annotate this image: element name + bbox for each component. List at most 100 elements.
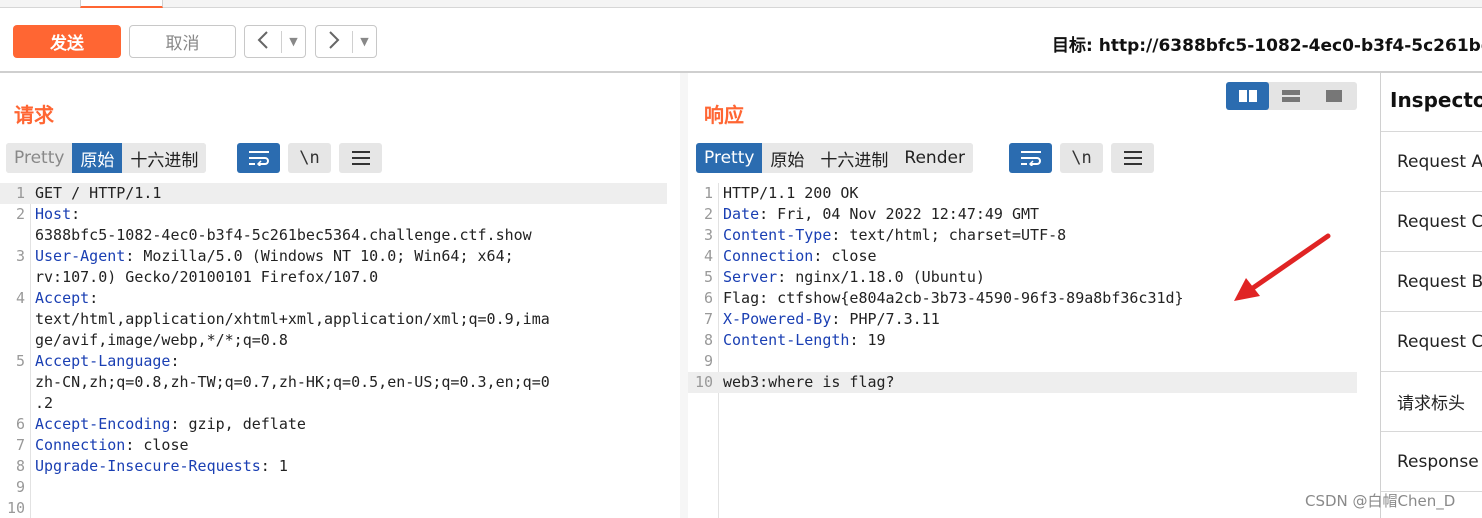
layout-split-icon[interactable] (1226, 82, 1269, 110)
toolbar: 发送 取消 ▼ ▼ 目标: http://6388bfc5-1082-4ec0-… (0, 9, 1482, 71)
code-text: Host: (35, 205, 81, 223)
chevron-down-icon[interactable]: ▼ (282, 35, 305, 48)
inspector-panel: Inspector Request A Request C Request B … (1380, 73, 1482, 518)
inspector-item-response[interactable]: Response (1381, 432, 1482, 492)
active-repeater-tab[interactable] (80, 0, 163, 8)
line-number (0, 225, 30, 246)
menu-icon[interactable] (1111, 143, 1154, 173)
target-url[interactable]: 目标: http://6388bfc5-1082-4ec0-b3f4-5c261… (1052, 31, 1482, 56)
newline-icon[interactable]: \n (288, 143, 331, 173)
line-number: 9 (15, 478, 25, 496)
code-text: User-Agent: Mozilla/5.0 (Windows NT 10.0… (35, 247, 514, 265)
tab-hex[interactable]: 十六进制 (122, 143, 207, 173)
code-line: 2 Date: Fri, 04 Nov 2022 12:47:49 GMT (688, 204, 1357, 225)
tab-render[interactable]: Render (896, 143, 973, 173)
line-number: 3 (15, 247, 25, 265)
layout-stacked-icon[interactable] (1269, 82, 1312, 110)
line-number: 7 (703, 310, 713, 328)
line-number: 4 (703, 247, 713, 265)
watermark: CSDN @白帽Chen_D (1305, 492, 1456, 510)
code-text: Accept: (35, 289, 99, 307)
chevron-left-icon (245, 27, 281, 57)
code-text: zh-CN,zh;q=0.8,zh-TW;q=0.7,zh-HK;q=0.5,e… (35, 373, 550, 391)
line-number: 2 (15, 205, 25, 223)
code-line: 7 X-Powered-By: PHP/7.3.11 (688, 309, 1357, 330)
line-number (0, 267, 30, 288)
code-line: 7 Connection: close (0, 435, 667, 456)
line-number (0, 330, 30, 351)
chevron-down-icon[interactable]: ▼ (353, 35, 376, 48)
code-line: 1 HTTP/1.1 200 OK (688, 183, 1357, 204)
top-tab-strip (0, 0, 1482, 8)
code-text: Connection: close (35, 436, 189, 454)
inspector-item-request-cookies[interactable]: Request C (1381, 192, 1482, 252)
request-editor[interactable]: 1 GET / HTTP/1.1 2 Host: 6388bfc5-1082-4ec0-… (0, 183, 667, 518)
tab-pretty[interactable]: Pretty (6, 143, 73, 173)
code-line: 10 (0, 498, 667, 518)
code-text: rv:107.0) Gecko/20100101 Firefox/107.0 (35, 268, 379, 286)
code-text: Content-Length: 19 (723, 331, 886, 349)
response-panel: 响应 Pretty 原始 十六进制 Render \n 1 HTTP/1.1 20 (688, 73, 1380, 518)
code-text: web3:where is flag? (723, 373, 895, 391)
request-title: 请求 (14, 103, 54, 127)
line-number: 4 (15, 289, 25, 307)
tab-hex[interactable]: 十六进制 (812, 143, 897, 173)
code-line: rv:107.0) Gecko/20100101 Firefox/107.0 (0, 267, 667, 288)
code-line: 8 Content-Length: 19 (688, 330, 1357, 351)
inspector-item-request-body[interactable]: Request B (1381, 252, 1482, 312)
code-line: 2 Host: (0, 204, 667, 225)
layout-single-icon[interactable] (1312, 82, 1355, 110)
line-number: 10 (6, 499, 25, 517)
response-title: 响应 (704, 103, 744, 127)
tab-raw[interactable]: 原始 (72, 143, 123, 173)
back-button[interactable]: ▼ (244, 25, 306, 58)
code-line: 3 User-Agent: Mozilla/5.0 (Windows NT 10.… (0, 246, 667, 267)
response-view-tabs: Pretty 原始 十六进制 Render (696, 143, 973, 173)
code-text: Date: Fri, 04 Nov 2022 12:47:49 GMT (723, 205, 1040, 223)
code-line: 1 GET / HTTP/1.1 (0, 183, 667, 204)
inspector-item-request-headers[interactable]: 请求标头 (1381, 372, 1482, 432)
menu-icon[interactable] (339, 143, 382, 173)
line-number: 7 (15, 436, 25, 454)
code-line: 4 Accept: (0, 288, 667, 309)
line-number (0, 309, 30, 330)
line-number: 8 (703, 331, 713, 349)
wrap-lines-icon[interactable] (237, 143, 280, 173)
line-number: 5 (703, 268, 713, 286)
inspector-item-request-attributes[interactable]: Request A (1381, 132, 1482, 192)
line-number: 2 (703, 205, 713, 223)
send-button[interactable]: 发送 (13, 25, 121, 58)
code-text: Upgrade-Insecure-Requests: 1 (35, 457, 288, 475)
code-line: 9 (0, 477, 667, 498)
line-number: 8 (15, 457, 25, 475)
chevron-right-icon (316, 27, 352, 57)
code-text: GET / HTTP/1.1 (35, 184, 162, 202)
line-number: 5 (15, 352, 25, 370)
newline-icon[interactable]: \n (1060, 143, 1103, 173)
line-number: 6 (703, 289, 713, 307)
request-view-tabs: Pretty 原始 十六进制 (6, 143, 207, 173)
line-number (0, 393, 30, 414)
code-line: zh-CN,zh;q=0.8,zh-TW;q=0.7,zh-HK;q=0.5,e… (0, 372, 667, 393)
code-text: .2 (35, 394, 54, 412)
cancel-button[interactable]: 取消 (129, 25, 236, 58)
code-line: 9 (688, 351, 1357, 372)
code-text: Accept-Language: (35, 352, 180, 370)
wrap-lines-icon[interactable] (1009, 143, 1052, 173)
burp-repeater-window: 发送 取消 ▼ ▼ 目标: http://6388bfc5-1082-4ec0-… (0, 0, 1482, 518)
panel-splitter[interactable] (680, 73, 688, 518)
code-line: 8 Upgrade-Insecure-Requests: 1 (0, 456, 667, 477)
line-number: 10 (694, 373, 713, 391)
tab-pretty[interactable]: Pretty (696, 143, 763, 173)
code-line: .2 (0, 393, 667, 414)
code-text: X-Powered-By: PHP/7.3.11 (723, 310, 940, 328)
code-text: Accept-Encoding: gzip, deflate (35, 415, 306, 433)
annotation-arrow-icon (1234, 233, 1331, 301)
forward-button[interactable]: ▼ (315, 25, 377, 58)
code-line: 10 web3:where is flag? (688, 372, 1357, 393)
tab-raw[interactable]: 原始 (762, 143, 813, 173)
inspector-item-request-cookies-2[interactable]: Request C (1381, 312, 1482, 372)
